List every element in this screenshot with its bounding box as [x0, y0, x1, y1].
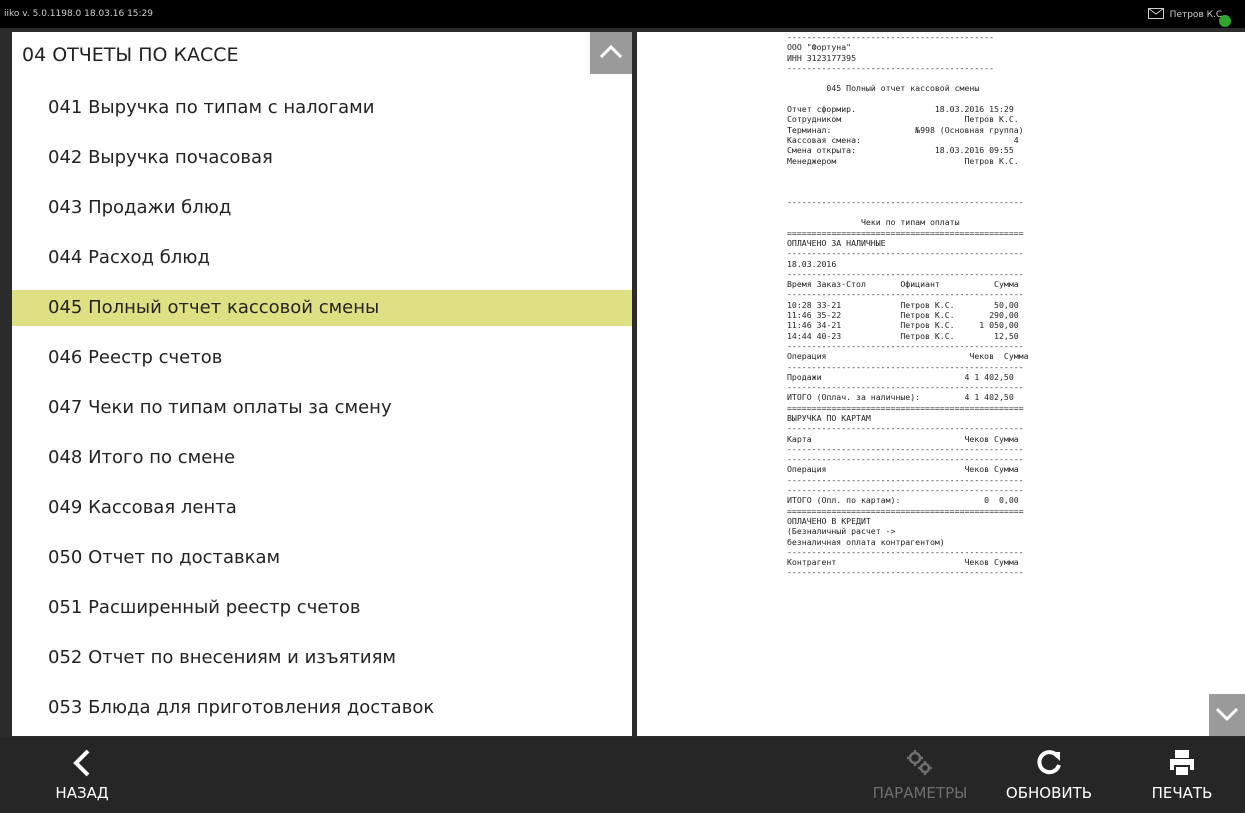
user-name: Петров К.С. — [1169, 10, 1225, 20]
report-item[interactable]: 043 Продажи блюд — [12, 190, 632, 226]
scroll-up-button[interactable] — [590, 32, 632, 74]
print-button[interactable]: ПЕЧАТЬ — [1140, 748, 1224, 802]
bottom-toolbar: НАЗАД ПАРАМЕТРЫ ОБНОВИТЬ ПЕЧАТЬ — [0, 738, 1245, 813]
section-title: 04 ОТЧЕТЫ ПО КАССЕ — [22, 44, 239, 66]
receipt-text: ----------------------------------------… — [787, 32, 1029, 578]
mail-icon[interactable] — [1147, 8, 1164, 22]
top-status-bar: iiko v. 5.0.1198.0 18.03.16 15:29 Петров… — [0, 0, 1245, 28]
back-button[interactable]: НАЗАД — [52, 748, 112, 802]
report-item[interactable]: 049 Кассовая лента — [12, 490, 632, 526]
user-info: Петров К.С. — [1147, 8, 1231, 27]
report-item[interactable]: 041 Выручка по типам с налогами — [12, 90, 632, 126]
refresh-label: ОБНОВИТЬ — [1005, 784, 1093, 802]
chevron-left-icon — [73, 749, 90, 777]
version-info: iiko v. 5.0.1198.0 18.03.16 15:29 — [4, 9, 154, 19]
print-label: ПЕЧАТЬ — [1151, 784, 1213, 802]
status-indicator — [1219, 15, 1231, 27]
back-label: НАЗАД — [55, 784, 109, 802]
report-preview-panel: ----------------------------------------… — [637, 32, 1245, 736]
report-item[interactable]: 044 Расход блюд — [12, 240, 632, 276]
report-item[interactable]: 050 Отчет по доставкам — [12, 540, 632, 576]
report-item[interactable]: 042 Выручка почасовая — [12, 140, 632, 176]
report-list-panel: 04 ОТЧЕТЫ ПО КАССЕ 041 Выручка по типам … — [12, 32, 632, 736]
report-item[interactable]: 047 Чеки по типам оплаты за смену — [12, 390, 632, 426]
scroll-down-button[interactable] — [1209, 694, 1245, 736]
report-item[interactable]: 052 Отчет по внесениям и изъятиям — [12, 640, 632, 676]
refresh-icon — [1037, 750, 1061, 775]
report-item[interactable]: 051 Расширенный реестр счетов — [12, 590, 632, 626]
report-item[interactable]: 048 Итого по смене — [12, 440, 632, 476]
chevron-down-icon — [1215, 707, 1239, 722]
gears-icon — [907, 750, 932, 775]
params-button[interactable]: ПАРАМЕТРЫ — [860, 748, 980, 802]
printer-icon — [1170, 750, 1194, 777]
report-item[interactable]: 045 Полный отчет кассовой смены — [12, 290, 632, 326]
report-item[interactable]: 053 Блюда для приготовления доставок — [12, 690, 632, 726]
report-item[interactable]: 046 Реестр счетов — [12, 340, 632, 376]
chevron-up-icon — [599, 44, 623, 59]
refresh-button[interactable]: ОБНОВИТЬ — [994, 748, 1104, 802]
params-label: ПАРАМЕТРЫ — [872, 784, 968, 802]
